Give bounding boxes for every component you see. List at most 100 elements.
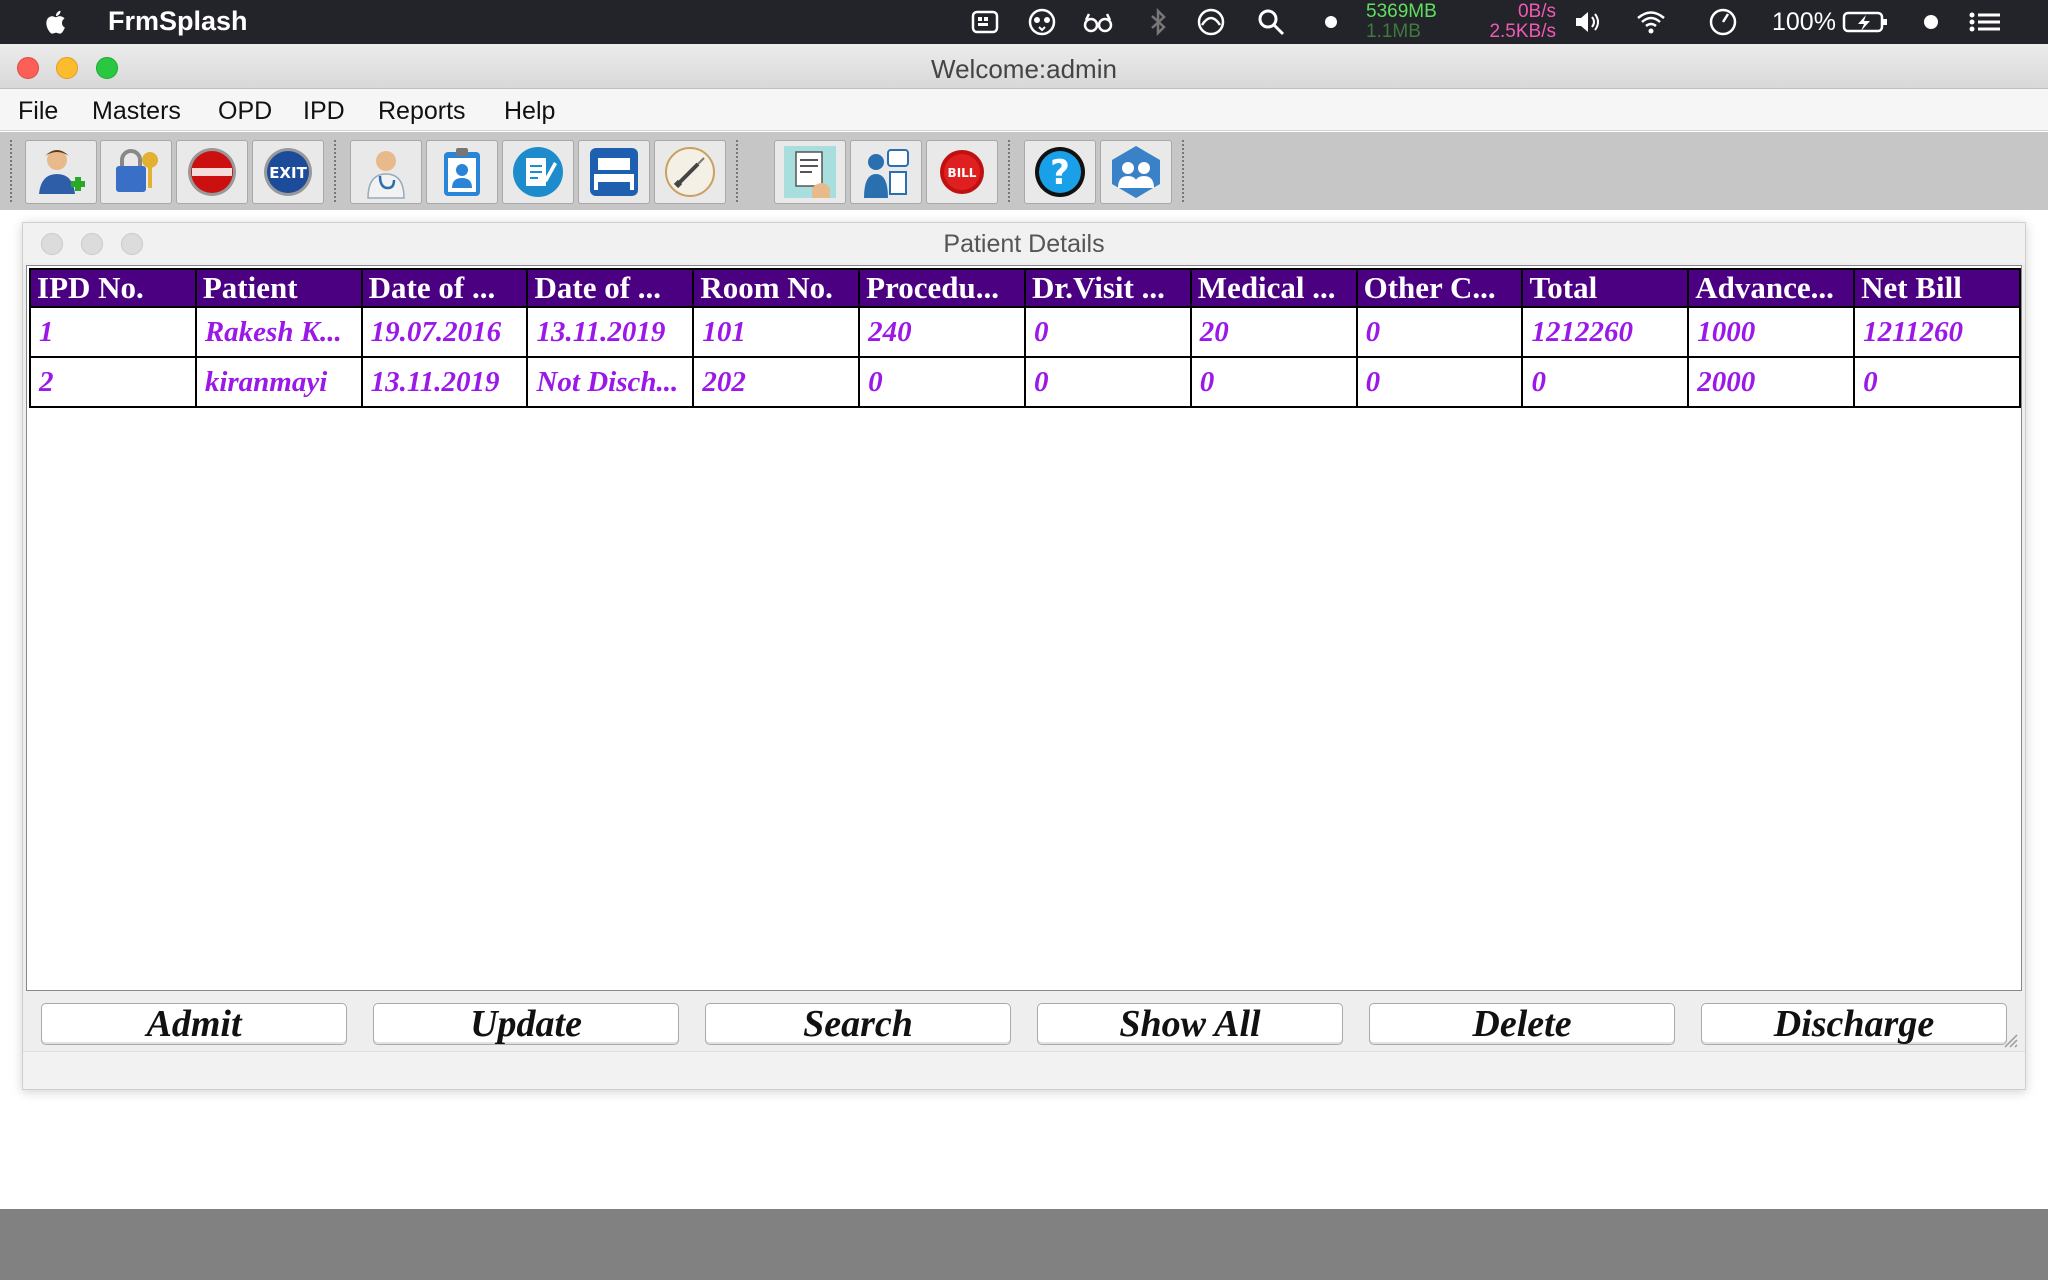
patient-details-frame: Patient Details IPD No. Patient Date of … bbox=[22, 222, 2026, 1090]
delete-button[interactable]: Delete bbox=[1369, 1003, 1675, 1045]
table-cell[interactable]: 0 bbox=[1023, 356, 1192, 408]
exit-button[interactable]: EXIT bbox=[252, 140, 324, 204]
consultation-button[interactable] bbox=[850, 140, 922, 204]
bed-hospital-icon bbox=[590, 148, 638, 196]
table-cell[interactable]: 19.07.2016 bbox=[360, 306, 529, 358]
table-cell[interactable]: 13.11.2019 bbox=[526, 306, 695, 358]
status-dot-icon[interactable] bbox=[1916, 7, 1946, 37]
logout-button[interactable] bbox=[176, 140, 248, 204]
login-keys-button[interactable] bbox=[100, 140, 172, 204]
patient-register-button[interactable] bbox=[426, 140, 498, 204]
table-cell[interactable]: kiranmayi bbox=[194, 356, 363, 408]
bed-button[interactable] bbox=[578, 140, 650, 204]
bluetooth-icon[interactable] bbox=[1143, 7, 1173, 37]
menu-masters[interactable]: Masters bbox=[92, 97, 181, 126]
menu-file[interactable]: File bbox=[18, 97, 58, 126]
menu-reports[interactable]: Reports bbox=[378, 97, 466, 126]
frame-status-bar bbox=[23, 1051, 2025, 1089]
table-cell[interactable]: 0 bbox=[1355, 356, 1524, 408]
screen-keyboard-icon[interactable] bbox=[970, 7, 1000, 37]
toolbar-grip[interactable] bbox=[10, 140, 15, 202]
table-cell[interactable]: 0 bbox=[1355, 306, 1524, 358]
table-cell[interactable]: 1211260 bbox=[1853, 306, 2021, 358]
column-header-ipd-no[interactable]: IPD No. bbox=[29, 268, 197, 308]
menu-opd[interactable]: OPD bbox=[218, 97, 272, 126]
document-edit-icon bbox=[513, 147, 563, 197]
bill-button[interactable]: BILL bbox=[926, 140, 998, 204]
column-header-date-of-discharge[interactable]: Date of ... bbox=[526, 268, 695, 308]
active-app-name[interactable]: FrmSplash bbox=[108, 6, 248, 37]
volume-icon[interactable] bbox=[1572, 7, 1602, 37]
wifi-icon[interactable] bbox=[1636, 7, 1666, 37]
table-cell[interactable]: 0 bbox=[1023, 306, 1192, 358]
table-cell[interactable]: 0 bbox=[1853, 356, 2021, 408]
help-button[interactable]: ? bbox=[1024, 140, 1096, 204]
svg-text:?: ? bbox=[1050, 153, 1070, 193]
record-dot-icon[interactable] bbox=[1316, 7, 1346, 37]
table-cell[interactable]: 240 bbox=[858, 306, 1026, 358]
about-button[interactable] bbox=[1100, 140, 1172, 204]
sync-circle-icon[interactable] bbox=[1196, 7, 1226, 37]
table-cell[interactable]: 1000 bbox=[1687, 306, 1856, 358]
document-edit-button[interactable] bbox=[502, 140, 574, 204]
column-header-room-no[interactable]: Room No. bbox=[692, 268, 861, 308]
add-user-button[interactable] bbox=[25, 140, 97, 204]
table-cell[interactable]: 202 bbox=[692, 356, 861, 408]
column-header-medical[interactable]: Medical ... bbox=[1189, 268, 1358, 308]
battery-percentage[interactable]: 100% bbox=[1772, 8, 1836, 37]
spotlight-search-icon[interactable] bbox=[1256, 7, 1286, 37]
medical-report-button[interactable] bbox=[774, 140, 846, 204]
table-cell[interactable]: 1 bbox=[29, 306, 197, 358]
table-row[interactable]: 1 Rakesh K... 19.07.2016 13.11.2019 101 … bbox=[29, 306, 2021, 358]
column-header-dr-visit[interactable]: Dr.Visit ... bbox=[1023, 268, 1192, 308]
toolbar-separator bbox=[1182, 140, 1187, 202]
consultation-icon bbox=[864, 149, 909, 198]
table-cell[interactable]: 0 bbox=[858, 356, 1026, 408]
table-cell[interactable]: Rakesh K... bbox=[194, 306, 363, 358]
battery-charging-icon[interactable] bbox=[1842, 7, 1890, 37]
window-title: Welcome:admin bbox=[931, 54, 1117, 84]
clock-gauge-icon[interactable] bbox=[1708, 7, 1738, 37]
column-header-advance[interactable]: Advance... bbox=[1687, 268, 1856, 308]
app-menubar: File Masters OPD IPD Reports Help bbox=[0, 89, 2048, 131]
patient-table[interactable]: IPD No. Patient Date of ... Date of ... … bbox=[29, 268, 2021, 408]
injection-button[interactable] bbox=[654, 140, 726, 204]
svg-text:BILL: BILL bbox=[948, 166, 977, 180]
column-header-net-bill[interactable]: Net Bill bbox=[1853, 268, 2021, 308]
table-cell[interactable]: 2000 bbox=[1687, 356, 1856, 408]
resize-grip-icon[interactable] bbox=[2001, 1031, 2019, 1049]
table-cell[interactable]: 2 bbox=[29, 356, 197, 408]
admit-button[interactable]: Admit bbox=[41, 1003, 347, 1045]
table-cell[interactable]: 20 bbox=[1189, 306, 1358, 358]
column-header-patient[interactable]: Patient bbox=[194, 268, 363, 308]
column-header-total[interactable]: Total bbox=[1521, 268, 1690, 308]
search-button[interactable]: Search bbox=[705, 1003, 1011, 1045]
update-button[interactable]: Update bbox=[373, 1003, 679, 1045]
column-header-date-of-admission[interactable]: Date of ... bbox=[360, 268, 529, 308]
table-cell[interactable]: Not Disch... bbox=[526, 356, 695, 408]
table-row[interactable]: 2 kiranmayi 13.11.2019 Not Disch... 202 … bbox=[29, 356, 2021, 408]
menu-help[interactable]: Help bbox=[504, 97, 555, 126]
doctor-button[interactable] bbox=[350, 140, 422, 204]
svg-text:EXIT: EXIT bbox=[269, 164, 307, 182]
owl-icon[interactable] bbox=[1027, 7, 1057, 37]
table-cell[interactable]: 0 bbox=[1189, 356, 1358, 408]
patient-details-titlebar[interactable]: Patient Details bbox=[23, 223, 2025, 263]
bill-stop-icon: BILL bbox=[940, 150, 984, 194]
discharge-button[interactable]: Discharge bbox=[1701, 1003, 2007, 1045]
column-header-other-charges[interactable]: Other C... bbox=[1355, 268, 1524, 308]
network-upload-readout[interactable]: 0B/s bbox=[1480, 2, 1556, 22]
window-titlebar: Welcome:admin bbox=[0, 44, 2048, 89]
patient-table-scrollpane[interactable]: IPD No. Patient Date of ... Date of ... … bbox=[26, 265, 2022, 991]
menu-ipd[interactable]: IPD bbox=[303, 97, 345, 126]
table-cell[interactable]: 13.11.2019 bbox=[360, 356, 529, 408]
apple-icon[interactable] bbox=[40, 6, 72, 38]
table-cell[interactable]: 0 bbox=[1521, 356, 1690, 408]
table-cell[interactable]: 101 bbox=[692, 306, 861, 358]
table-cell[interactable]: 1212260 bbox=[1521, 306, 1690, 358]
show-all-button[interactable]: Show All bbox=[1037, 1003, 1343, 1045]
control-center-icon[interactable] bbox=[1968, 7, 2004, 37]
memory-readout[interactable]: 5369MB bbox=[1366, 2, 1437, 22]
column-header-procedure[interactable]: Procedu... bbox=[858, 268, 1026, 308]
glasses-icon[interactable] bbox=[1083, 7, 1113, 37]
